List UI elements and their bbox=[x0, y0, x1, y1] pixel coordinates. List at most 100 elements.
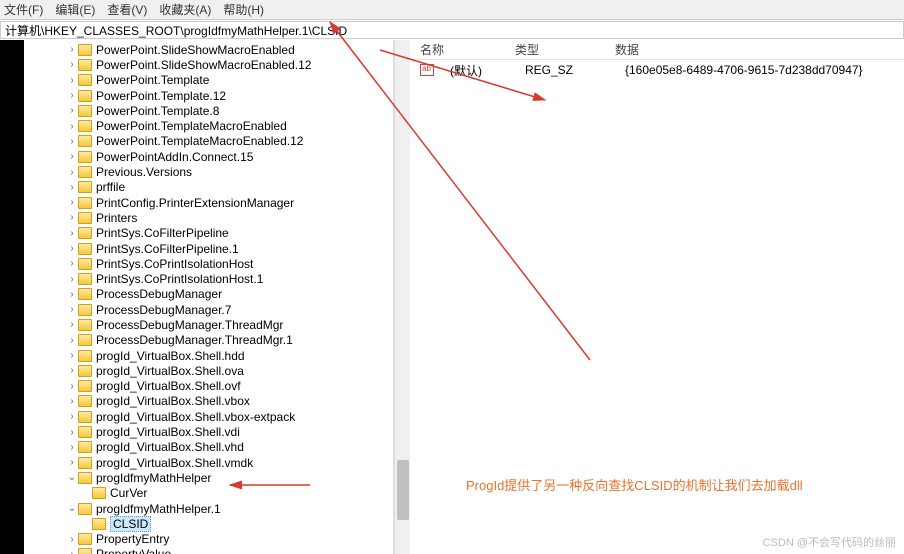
menu-edit[interactable]: 编辑(E) bbox=[55, 1, 95, 18]
folder-icon bbox=[78, 457, 92, 469]
expand-icon[interactable]: › bbox=[66, 228, 78, 239]
expand-icon[interactable]: › bbox=[66, 121, 78, 132]
menu-view[interactable]: 查看(V) bbox=[107, 1, 147, 18]
tree-node[interactable]: ›PowerPoint.Template bbox=[24, 73, 393, 88]
tree-label: progId_VirtualBox.Shell.hdd bbox=[96, 349, 245, 363]
expand-icon[interactable]: › bbox=[66, 289, 78, 300]
tree-label: progIdfmyMathHelper.1 bbox=[96, 502, 221, 516]
tree-node[interactable]: › progId_VirtualBox.Shell.vbox-extpack bbox=[24, 409, 393, 424]
address-text: 计算机\HKEY_CLASSES_ROOT\progIdfmyMathHelpe… bbox=[5, 22, 347, 39]
value-row[interactable]: (默认) REG_SZ {160e05e8-6489-4706-9615-7d2… bbox=[410, 60, 904, 80]
expand-icon[interactable]: › bbox=[66, 457, 78, 468]
tree-node[interactable]: ›progId_VirtualBox.Shell.vmdk bbox=[24, 455, 393, 470]
col-name[interactable]: 名称 bbox=[410, 41, 515, 58]
expand-icon[interactable]: › bbox=[66, 136, 78, 147]
tree-node[interactable]: ⌄progIdfmyMathHelper bbox=[24, 470, 393, 485]
expand-icon[interactable]: › bbox=[66, 319, 78, 330]
tree-label: PrintSys.CoPrintIsolationHost bbox=[96, 257, 253, 271]
tree-node[interactable]: › progId_VirtualBox.Shell.ova bbox=[24, 363, 393, 378]
expand-icon[interactable]: › bbox=[66, 151, 78, 162]
tree-node[interactable]: ›prffile bbox=[24, 180, 393, 195]
tree-node[interactable]: ›PowerPoint.SlideShowMacroEnabled.12 bbox=[24, 57, 393, 72]
expand-icon[interactable]: ⌄ bbox=[66, 472, 78, 483]
expand-icon[interactable]: › bbox=[66, 90, 78, 101]
tree-node[interactable]: ›ProcessDebugManager.ThreadMgr.1 bbox=[24, 333, 393, 348]
tree-node[interactable]: ›PowerPoint.TemplateMacroEnabled bbox=[24, 118, 393, 133]
tree-node[interactable]: › progId_VirtualBox.Shell.hdd bbox=[24, 348, 393, 363]
tree-node[interactable]: ›PropertyEntry bbox=[24, 532, 393, 547]
tree-node[interactable]: ›ProcessDebugManager.ThreadMgr bbox=[24, 317, 393, 332]
folder-icon bbox=[78, 151, 92, 163]
tree-node[interactable]: ›progId_VirtualBox.Shell.vdi bbox=[24, 424, 393, 439]
expand-icon[interactable]: › bbox=[66, 182, 78, 193]
col-type[interactable]: 类型 bbox=[515, 41, 615, 58]
expand-icon[interactable]: › bbox=[66, 534, 78, 545]
tree-node[interactable]: › PowerPoint.Template.12 bbox=[24, 88, 393, 103]
expand-icon[interactable]: › bbox=[66, 243, 78, 254]
tree-label: PowerPoint.Template.12 bbox=[96, 89, 226, 103]
tree-node[interactable]: ›progId_VirtualBox.Shell.vhd bbox=[24, 440, 393, 455]
col-data[interactable]: 数据 bbox=[615, 41, 904, 58]
expand-icon[interactable]: › bbox=[66, 44, 78, 55]
menu-file[interactable]: 文件(F) bbox=[4, 1, 43, 18]
tree-node[interactable]: ›Previous.Versions bbox=[24, 164, 393, 179]
expand-icon[interactable]: ⌄ bbox=[66, 503, 78, 514]
tree-node[interactable]: CurVer bbox=[24, 486, 393, 501]
tree-node[interactable]: ›PrintConfig.PrinterExtensionManager bbox=[24, 195, 393, 210]
expand-icon[interactable]: › bbox=[66, 304, 78, 315]
tree-node[interactable]: ›PowerPointAddIn.Connect.15 bbox=[24, 149, 393, 164]
string-value-icon bbox=[420, 64, 434, 76]
address-bar[interactable]: 计算机\HKEY_CLASSES_ROOT\progIdfmyMathHelpe… bbox=[0, 21, 904, 39]
tree-node[interactable]: ›progId_VirtualBox.Shell.vbox bbox=[24, 394, 393, 409]
expand-icon[interactable]: › bbox=[66, 427, 78, 438]
folder-icon bbox=[78, 59, 92, 71]
expand-icon[interactable]: › bbox=[66, 212, 78, 223]
expand-icon[interactable]: › bbox=[66, 381, 78, 392]
tree-node[interactable]: ›PowerPoint.SlideShowMacroEnabled bbox=[24, 42, 393, 57]
folder-icon bbox=[78, 273, 92, 285]
expand-icon[interactable]: › bbox=[66, 549, 78, 554]
tree-label: progId_VirtualBox.Shell.vbox-extpack bbox=[96, 410, 295, 424]
tree-node[interactable]: ⌄ progIdfmyMathHelper.1 bbox=[24, 501, 393, 516]
folder-icon bbox=[78, 105, 92, 117]
expand-icon[interactable]: › bbox=[66, 75, 78, 86]
tree-node[interactable]: ›PrintSys.CoFilterPipeline.1 bbox=[24, 241, 393, 256]
tree-label: Printers bbox=[96, 211, 137, 225]
folder-icon bbox=[78, 380, 92, 392]
registry-tree[interactable]: ›PowerPoint.SlideShowMacroEnabled›PowerP… bbox=[24, 40, 394, 554]
expand-icon[interactable]: › bbox=[66, 411, 78, 422]
tree-node[interactable]: ›progId_VirtualBox.Shell.ovf bbox=[24, 379, 393, 394]
scrollbar-thumb[interactable] bbox=[397, 460, 409, 520]
tree-node[interactable]: CLSID bbox=[24, 516, 393, 531]
expand-icon[interactable]: › bbox=[66, 105, 78, 116]
tree-node[interactable]: ›PrintSys.CoPrintIsolationHost.1 bbox=[24, 271, 393, 286]
tree-node[interactable]: › PropertyValue bbox=[24, 547, 393, 554]
folder-icon bbox=[78, 426, 92, 438]
folder-icon bbox=[78, 304, 92, 316]
tree-scrollbar[interactable] bbox=[394, 40, 410, 554]
expand-icon[interactable]: › bbox=[66, 258, 78, 269]
expand-icon[interactable]: › bbox=[66, 59, 78, 70]
expand-icon[interactable]: › bbox=[66, 274, 78, 285]
tree-node[interactable]: ›PowerPoint.Template.8 bbox=[24, 103, 393, 118]
tree-node[interactable]: ›ProcessDebugManager.7 bbox=[24, 302, 393, 317]
tree-node[interactable]: › PowerPoint.TemplateMacroEnabled.12 bbox=[24, 134, 393, 149]
tree-label: PropertyValue bbox=[96, 547, 171, 554]
tree-label: progId_VirtualBox.Shell.ova bbox=[96, 364, 244, 378]
expand-icon[interactable]: › bbox=[66, 365, 78, 376]
menu-help[interactable]: 帮助(H) bbox=[223, 1, 264, 18]
folder-icon bbox=[78, 44, 92, 56]
tree-node[interactable]: ›ProcessDebugManager bbox=[24, 287, 393, 302]
tree-label: PowerPoint.TemplateMacroEnabled.12 bbox=[96, 134, 303, 148]
expand-icon[interactable]: › bbox=[66, 335, 78, 346]
expand-icon[interactable]: › bbox=[66, 167, 78, 178]
expand-icon[interactable]: › bbox=[66, 197, 78, 208]
folder-icon bbox=[78, 441, 92, 453]
expand-icon[interactable]: › bbox=[66, 442, 78, 453]
menu-fav[interactable]: 收藏夹(A) bbox=[159, 1, 211, 18]
tree-node[interactable]: › Printers bbox=[24, 210, 393, 225]
expand-icon[interactable]: › bbox=[66, 396, 78, 407]
tree-node[interactable]: › PrintSys.CoPrintIsolationHost bbox=[24, 256, 393, 271]
expand-icon[interactable]: › bbox=[66, 350, 78, 361]
tree-node[interactable]: ›PrintSys.CoFilterPipeline bbox=[24, 226, 393, 241]
